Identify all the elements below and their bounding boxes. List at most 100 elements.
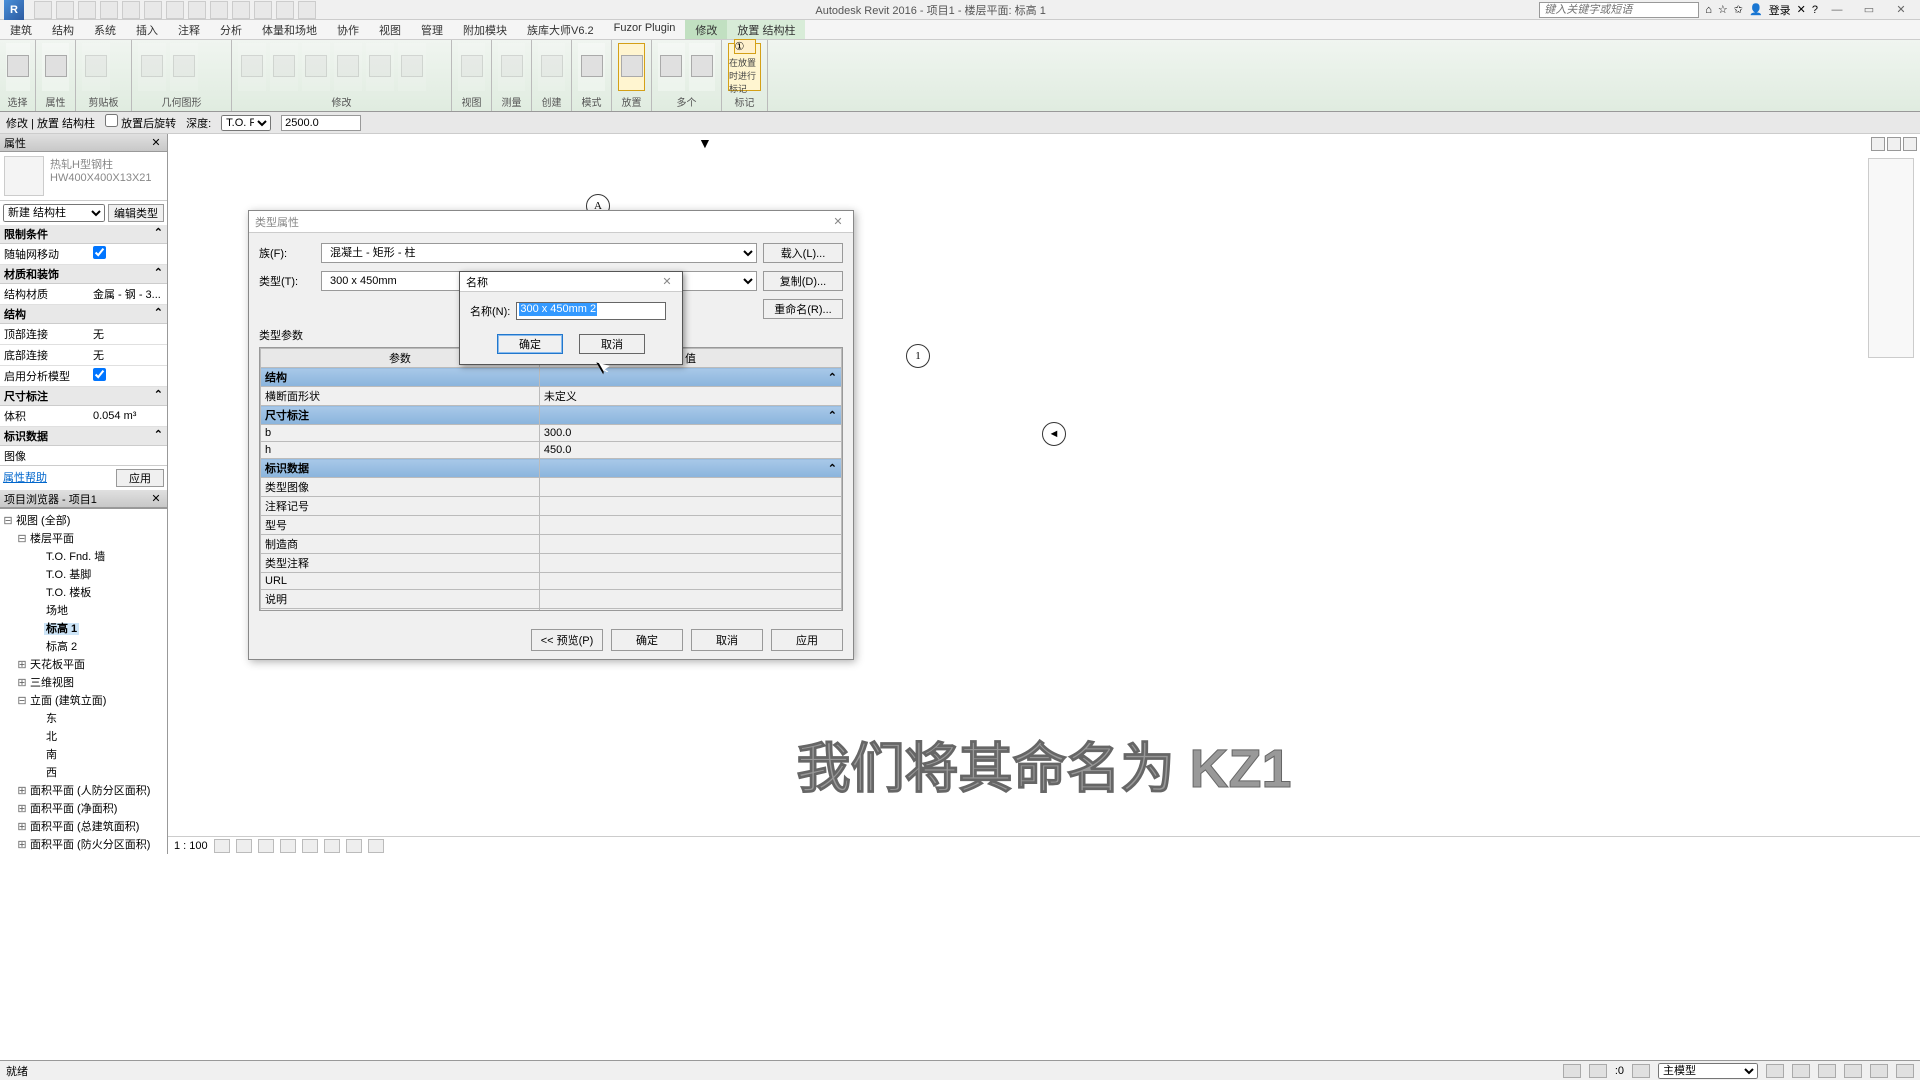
qat-more[interactable] — [298, 1, 316, 19]
project-browser-tree[interactable]: ⊟视图 (全部) ⊟楼层平面 T.O. Fnd. 墙 T.O. 基脚 T.O. … — [0, 508, 167, 854]
app-logo[interactable]: R — [4, 0, 24, 20]
align-button[interactable] — [238, 43, 266, 91]
visual-style-icon[interactable] — [236, 839, 252, 853]
copy-button[interactable] — [302, 43, 330, 91]
grid-bubble-1[interactable]: 1 — [906, 344, 930, 368]
rotate-button[interactable] — [334, 43, 362, 91]
prop-cat-structural[interactable]: 结构⌃ — [0, 305, 167, 324]
tab-structure[interactable]: 结构 — [42, 20, 84, 39]
qat-3d[interactable] — [188, 1, 206, 19]
drag-elements-icon[interactable] — [1896, 1064, 1914, 1078]
duplicate-button[interactable]: 复制(D)... — [763, 271, 843, 291]
load-button[interactable]: 载入(L)... — [763, 243, 843, 263]
qat-measure[interactable] — [144, 1, 162, 19]
crop-icon[interactable] — [302, 839, 318, 853]
prop-cat-materials[interactable]: 材质和装饰⌃ — [0, 265, 167, 284]
qat-text[interactable] — [166, 1, 184, 19]
type-selector[interactable]: 热轧H型钢柱 HW400X400X13X21 — [0, 152, 167, 201]
tab-manage[interactable]: 管理 — [411, 20, 453, 39]
subscription-icon[interactable]: ☆ — [1718, 3, 1728, 16]
filter-icon[interactable] — [1766, 1064, 1784, 1078]
select-underlay-icon[interactable] — [1818, 1064, 1836, 1078]
qat-switch[interactable] — [276, 1, 294, 19]
cancel-button[interactable]: 取消 — [691, 629, 763, 651]
preview-button[interactable]: << 预览(P) — [531, 629, 603, 651]
prop-cat-dims[interactable]: 尺寸标注⌃ — [0, 387, 167, 406]
close-icon[interactable]: ✕ — [149, 492, 163, 506]
move-button[interactable] — [270, 43, 298, 91]
qat-close[interactable] — [254, 1, 272, 19]
dialog-titlebar[interactable]: 类型属性 ✕ — [249, 211, 853, 233]
tab-modify[interactable]: 修改 — [685, 20, 727, 39]
view-minimize[interactable] — [1871, 137, 1885, 151]
project-browser-header[interactable]: 项目浏览器 - 项目1 ✕ — [0, 490, 167, 508]
tab-analyze[interactable]: 分析 — [210, 20, 252, 39]
name-input[interactable]: 300 x 450mm 2 — [516, 302, 666, 320]
name-dialog-titlebar[interactable]: 名称 ✕ — [460, 272, 682, 292]
edit-type-button[interactable]: 编辑类型 — [108, 204, 164, 222]
infocenter-icon[interactable]: ⌂ — [1705, 4, 1712, 16]
family-select[interactable]: 混凝土 - 矩形 - 柱 — [321, 243, 757, 263]
properties-help-link[interactable]: 属性帮助 — [3, 469, 47, 487]
level-select[interactable]: T.O. Fn — [221, 115, 271, 131]
editable-only-icon[interactable] — [1589, 1064, 1607, 1078]
create-button[interactable] — [538, 43, 565, 91]
tab-place-column[interactable]: 放置 结构柱 — [727, 20, 805, 39]
load-family-button[interactable] — [578, 43, 605, 91]
close-icon[interactable]: ✕ — [658, 273, 676, 291]
shadows-icon[interactable] — [280, 839, 296, 853]
crop-region-icon[interactable] — [324, 839, 340, 853]
qat-section[interactable] — [210, 1, 228, 19]
close-icon[interactable]: ✕ — [829, 213, 847, 231]
user-icon[interactable]: 👤 — [1749, 3, 1763, 16]
tab-familymaster[interactable]: 族库大师V6.2 — [517, 20, 604, 39]
move-with-grid-checkbox[interactable] — [93, 246, 106, 259]
type-params-table[interactable]: 参数值 结构⌃ 横断面形状未定义 尺寸标注⌃ b300.0 h450.0 标识数… — [259, 347, 843, 611]
minimize-button[interactable]: — — [1824, 2, 1850, 18]
sun-path-icon[interactable] — [258, 839, 274, 853]
scale-label[interactable]: 1 : 100 — [174, 840, 208, 852]
element-filter-select[interactable]: 新建 结构柱 — [3, 204, 105, 222]
view-close[interactable] — [1903, 137, 1917, 151]
prop-cat-constraints[interactable]: 限制条件⌃ — [0, 225, 167, 244]
analytical-checkbox[interactable] — [93, 368, 106, 381]
ok-button[interactable]: 确定 — [611, 629, 683, 651]
rotate-after-checkbox[interactable]: 放置后旋转 — [105, 114, 176, 131]
paste-button[interactable] — [82, 43, 110, 91]
view-maximize[interactable] — [1887, 137, 1901, 151]
apply-button[interactable]: 应用 — [771, 629, 843, 651]
at-columns-button[interactable] — [689, 43, 716, 91]
qat-undo[interactable] — [78, 1, 96, 19]
hide-icon[interactable] — [346, 839, 362, 853]
name-cancel-button[interactable]: 取消 — [579, 334, 645, 354]
elevation-marker-right[interactable]: ◄ — [1042, 422, 1066, 446]
name-ok-button[interactable]: 确定 — [497, 334, 563, 354]
qat-redo[interactable] — [100, 1, 118, 19]
tab-fuzor[interactable]: Fuzor Plugin — [604, 20, 686, 39]
view-panel-button[interactable] — [458, 43, 485, 91]
qat-open[interactable] — [34, 1, 52, 19]
tab-massing[interactable]: 体量和场地 — [252, 20, 327, 39]
tab-architecture[interactable]: 建筑 — [0, 20, 42, 39]
cut-button[interactable] — [170, 43, 198, 91]
tab-view[interactable]: 视图 — [369, 20, 411, 39]
favorite-icon[interactable]: ✩ — [1734, 3, 1743, 16]
workset-icon[interactable] — [1563, 1064, 1581, 1078]
help-icon[interactable]: ? — [1812, 4, 1818, 16]
select-pinned-icon[interactable] — [1844, 1064, 1862, 1078]
tree-level-1[interactable]: 标高 1 — [44, 623, 79, 635]
cope-button[interactable] — [138, 43, 166, 91]
qat-save[interactable] — [56, 1, 74, 19]
main-model-select[interactable]: 主模型 — [1658, 1063, 1758, 1079]
tab-addins[interactable]: 附加模块 — [453, 20, 517, 39]
maximize-button[interactable]: ▭ — [1856, 2, 1882, 18]
vertical-col-button[interactable] — [618, 43, 645, 91]
drawing-canvas[interactable]: ▼ A 1 ◄ 我们将其命名为 KZ1 类型属性 ✕ 族(F): 混凝土 - 矩… — [168, 134, 1920, 854]
close-icon[interactable]: ✕ — [149, 136, 163, 150]
properties-palette-header[interactable]: 属性 ✕ — [0, 134, 167, 152]
tab-collaborate[interactable]: 协作 — [327, 20, 369, 39]
help-search-input[interactable] — [1539, 2, 1699, 18]
tab-annotate[interactable]: 注释 — [168, 20, 210, 39]
modify-button[interactable] — [6, 43, 30, 91]
navigation-bar[interactable] — [1868, 158, 1914, 358]
